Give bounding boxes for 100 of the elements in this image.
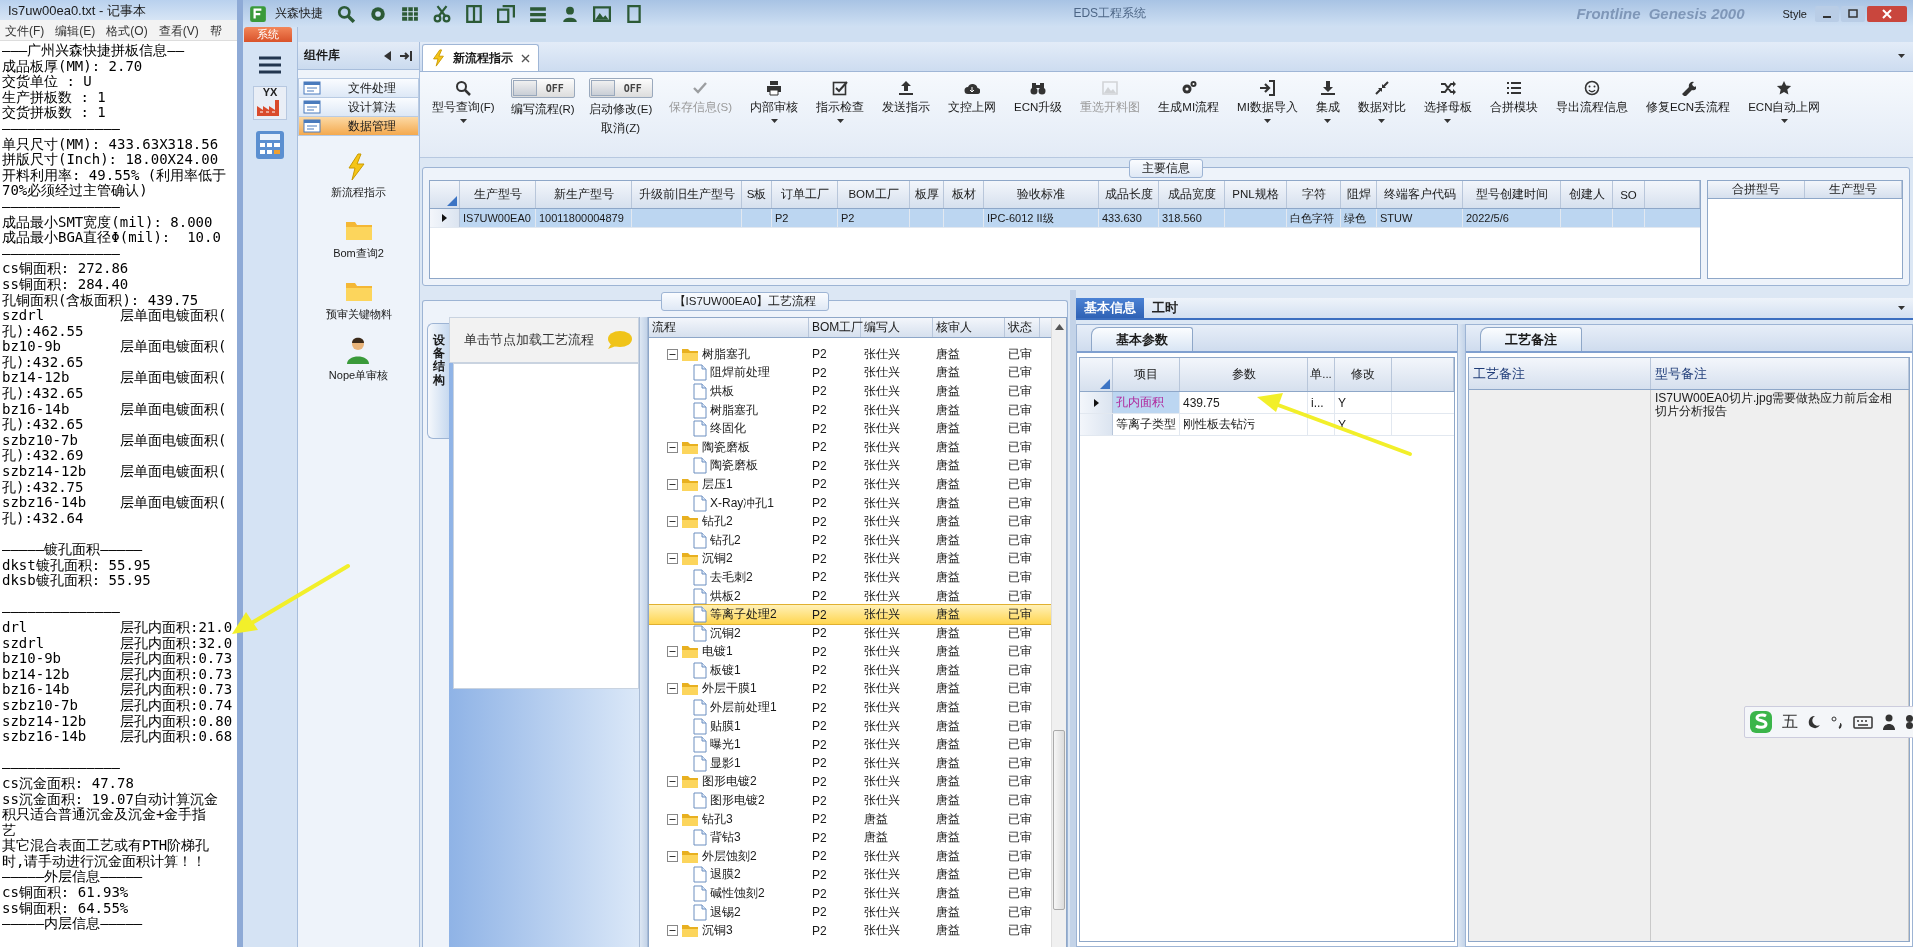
column-header[interactable]: 阻焊: [1341, 181, 1377, 208]
expander-icon[interactable]: [667, 516, 678, 528]
toolbar-button[interactable]: 选择母板: [1421, 78, 1474, 126]
tree-row[interactable]: 退锡2 P2 张仕兴 唐益 已审: [649, 902, 1051, 922]
column-header[interactable]: 核审人: [933, 318, 1005, 337]
scrollbar[interactable]: [1051, 318, 1066, 947]
tree-row[interactable]: 钻孔2 P2 张仕兴 唐益 已审: [649, 512, 1051, 531]
tab[interactable]: 基本信息: [1076, 298, 1144, 318]
tree-row[interactable]: 板镀1 P2 张仕兴 唐益 已审: [649, 661, 1051, 680]
side-tab[interactable]: 设备结构: [427, 323, 449, 439]
tree-row[interactable]: 去毛刺2 P2 张仕兴 唐益 已审: [649, 568, 1051, 587]
tree-row[interactable]: 烘板 P2 张仕兴 唐益 已审: [649, 382, 1051, 401]
column-header[interactable]: 参数: [1180, 358, 1308, 391]
tree-row[interactable]: X-Ray冲孔1 P2 张仕兴 唐益 已审: [649, 493, 1051, 513]
category-item[interactable]: 文件处理: [298, 78, 419, 98]
close-icon[interactable]: [521, 53, 530, 63]
column-header[interactable]: 型号创建时间: [1463, 181, 1561, 208]
column-header[interactable]: 升级前旧生产型号: [632, 181, 742, 208]
tree-row[interactable]: 图形电镀2 P2 张仕兴 唐益 已审: [649, 772, 1051, 792]
toolbar-button[interactable]: ECN升级: [1012, 78, 1065, 117]
module-label[interactable]: 新流程指示: [331, 185, 386, 200]
expander-icon[interactable]: [667, 776, 678, 788]
expander-icon[interactable]: [667, 553, 678, 565]
person-icon[interactable]: [1882, 714, 1896, 730]
caret-icon[interactable]: [1898, 305, 1905, 311]
toolbar-button[interactable]: ECN自动上网: [1746, 78, 1823, 126]
keyboard-icon[interactable]: [1853, 715, 1873, 729]
toolbar-button[interactable]: MI数据导入: [1235, 78, 1300, 126]
module-label[interactable]: 预审关键物料: [325, 307, 392, 322]
menu-item[interactable]: 格式(O): [106, 23, 148, 37]
toggle-switch[interactable]: OFF: [588, 78, 653, 98]
tree-row[interactable]: 沉铜2 P2 张仕兴 唐益 已审: [649, 549, 1051, 569]
punctuation-icon[interactable]: [1830, 715, 1844, 729]
tree-row[interactable]: 曝光1 P2 张仕兴 唐益 已审: [649, 735, 1051, 755]
menu-icon[interactable]: [257, 54, 283, 76]
column-header[interactable]: 字符: [1287, 181, 1341, 208]
expander-icon[interactable]: [667, 478, 678, 490]
module-label[interactable]: Bom查询2: [333, 246, 384, 261]
column-header[interactable]: 修改: [1335, 358, 1392, 391]
tree-row[interactable]: 等离子处理2 P2 张仕兴 唐益 已审: [649, 605, 1051, 624]
tree-row[interactable]: 显影1 P2 张仕兴 唐益 已审: [649, 754, 1051, 773]
tree-row[interactable]: 陶瓷磨板 P2 张仕兴 唐益 已审: [649, 437, 1051, 457]
toolbar-button[interactable]: 生成MI流程: [1156, 78, 1222, 117]
column-header[interactable]: 订单工厂: [772, 181, 838, 208]
column-header[interactable]: 项目: [1113, 358, 1180, 391]
column-header[interactable]: 单...: [1308, 358, 1335, 391]
column-header[interactable]: 验收标准: [984, 181, 1099, 208]
module-label[interactable]: Nope单审核: [328, 368, 389, 383]
column-header[interactable]: BOM工厂: [838, 181, 910, 208]
tree-row[interactable]: 外层前处理1 P2 张仕兴 唐益 已审: [649, 698, 1051, 717]
expander-icon[interactable]: [667, 850, 678, 862]
expander-icon[interactable]: [667, 683, 678, 695]
column-header[interactable]: 新生产型号: [536, 181, 632, 208]
tree-row[interactable]: 电镀1 P2 张仕兴 唐益 已审: [649, 642, 1051, 662]
tree-row[interactable]: 沉铜2 P2 张仕兴 唐益 已审: [649, 623, 1051, 643]
close-icon[interactable]: [1867, 5, 1907, 22]
toolbar-button[interactable]: 导出流程信息: [1553, 78, 1630, 117]
tree-row[interactable]: 沉铜3 P2 张仕兴 唐益 已审: [649, 921, 1051, 940]
column-header[interactable]: 合拼型号: [1708, 181, 1805, 198]
tree-row[interactable]: 终固化 P2 张仕兴 唐益 已审: [649, 419, 1051, 438]
tree-row[interactable]: 外层蚀刻2 P2 张仕兴 唐益 已审: [649, 847, 1051, 866]
column-header[interactable]: BOM工厂: [809, 318, 861, 337]
column-header[interactable]: 状态: [1005, 318, 1040, 337]
column-header[interactable]: 终端客户代码: [1377, 181, 1463, 208]
document-tab[interactable]: 新流程指示: [422, 44, 539, 71]
expander-icon[interactable]: [667, 925, 678, 937]
tree-row[interactable]: 钻孔3 P2 唐益 唐益 已审: [649, 809, 1051, 829]
tree-row[interactable]: 树脂塞孔 P2 张仕兴 唐益 已审: [649, 400, 1051, 420]
column-header[interactable]: 成品长度: [1099, 181, 1159, 208]
toolbar-button[interactable]: 合拼模块: [1487, 78, 1540, 117]
column-header[interactable]: 工艺备注: [1469, 358, 1651, 389]
tree-row[interactable]: 背钻3 P2 唐益 唐益 已审: [649, 828, 1051, 848]
toolbar-button[interactable]: 内部审核: [748, 78, 801, 126]
maximize-icon[interactable]: [1841, 5, 1865, 22]
tab[interactable]: 工艺备注: [1480, 327, 1582, 351]
toolbar-button[interactable]: 发送指示: [880, 78, 933, 117]
menu-item[interactable]: 帮: [209, 23, 222, 37]
toggle-switch[interactable]: OFF: [510, 78, 575, 98]
category-item[interactable]: 设计算法: [298, 97, 419, 117]
toolbar-button[interactable]: 修复ECN丢流程: [1643, 78, 1733, 117]
toolbar-button[interactable]: 集成: [1313, 78, 1342, 126]
category-item[interactable]: 数据管理: [298, 116, 419, 136]
moon-icon[interactable]: [1807, 715, 1821, 729]
column-header[interactable]: 流程: [649, 318, 809, 337]
input-mode[interactable]: 五: [1782, 711, 1798, 733]
column-header[interactable]: 创建人: [1561, 181, 1613, 208]
tree-row[interactable]: 树脂塞孔 P2 张仕兴 唐益 已审: [649, 345, 1051, 364]
table-row[interactable]: IS7UW00EA0 10011800004879 P2 P2 IPC-6012 II级 433.630 318.560 白色字符 绿色 STUW 2022/5/6: [430, 209, 1700, 228]
toolbar-button[interactable]: 数据对比: [1355, 78, 1408, 126]
scrollbar-thumb[interactable]: [1053, 730, 1065, 910]
expander-icon[interactable]: [667, 646, 678, 658]
column-header[interactable]: 型号备注: [1651, 358, 1909, 389]
tree-row[interactable]: 阻焊前处理 P2 张仕兴 唐益 已审: [649, 363, 1051, 383]
tab[interactable]: 基本参数: [1091, 327, 1193, 351]
calculator-icon[interactable]: [254, 130, 286, 160]
column-header[interactable]: SO: [1613, 181, 1645, 208]
tab[interactable]: 工时: [1144, 298, 1186, 318]
style-menu[interactable]: Style: [1782, 7, 1807, 20]
tree-row[interactable]: 贴膜1 P2 张仕兴 唐益 已审: [649, 716, 1051, 736]
tree-row[interactable]: 外层干膜1 P2 张仕兴 唐益 已审: [649, 679, 1051, 699]
